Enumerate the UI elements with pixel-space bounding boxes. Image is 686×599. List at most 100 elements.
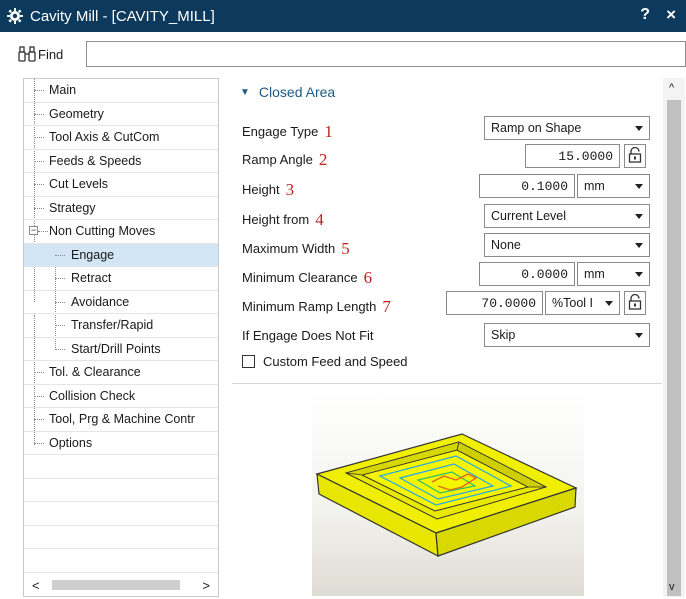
find-input[interactable] — [86, 41, 686, 67]
custom-feed-speed-label: Custom Feed and Speed — [263, 354, 408, 369]
tree-item-label: Tool, Prg & Machine Contr — [49, 412, 195, 427]
scroll-up-icon[interactable]: ^ — [669, 82, 674, 94]
tree-empty-row — [24, 549, 218, 573]
maximum-width-label: Maximum Width 5 — [242, 239, 350, 258]
height-row: Height 3 0.1000 mm — [232, 174, 662, 200]
cavity-part-preview-icon — [315, 433, 578, 558]
tree-item-avoidance[interactable]: Avoidance — [24, 291, 218, 314]
callout-marker: 4 — [315, 210, 324, 229]
callout-marker: 3 — [285, 180, 295, 199]
tree-connector — [34, 419, 44, 420]
tree-empty-row — [24, 455, 218, 479]
engage-type-dropdown[interactable]: Ramp on Shape — [484, 116, 650, 140]
chevron-down-icon — [635, 184, 643, 189]
height-from-dropdown[interactable]: Current Level — [484, 204, 650, 228]
tree-item-tool-axis[interactable]: Tool Axis & CutCom — [24, 126, 218, 150]
dropdown-value: %Tool I — [552, 296, 593, 310]
if-engage-not-fit-dropdown[interactable]: Skip — [484, 323, 650, 347]
tree-item-feeds-speeds[interactable]: Feeds & Speeds — [24, 150, 218, 173]
window-title: Cavity Mill - [CAVITY_MILL] — [30, 7, 215, 25]
section-title: Closed Area — [258, 84, 336, 100]
maximum-width-dropdown[interactable]: None — [484, 233, 650, 257]
close-button[interactable]: × — [666, 5, 676, 25]
tree-item-label: Start/Drill Points — [71, 341, 161, 356]
tree-item-geometry[interactable]: Geometry — [24, 103, 218, 126]
tree-item-non-cutting-moves[interactable]: − Non Cutting Moves — [24, 220, 218, 244]
chevron-down-icon — [635, 126, 643, 131]
minimum-ramp-length-row: Minimum Ramp Length 7 70.0000 %Tool I — [232, 291, 662, 317]
maximum-width-row: Maximum Width 5 None — [232, 233, 662, 259]
tree-item-options[interactable]: Options — [24, 432, 218, 455]
tree-empty-row — [24, 526, 218, 549]
tree-item-tol-clearance[interactable]: Tol. & Clearance — [24, 361, 218, 385]
engage-parameters-panel: ▼ Closed Area Engage Type 1 Ramp on Shape… — [232, 78, 662, 383]
tree-item-label: Avoidance — [71, 294, 130, 309]
tree-item-label: Geometry — [49, 106, 104, 121]
lock-button[interactable] — [624, 291, 646, 315]
tree-item-label: Transfer/Rapid — [71, 318, 154, 333]
callout-marker: 1 — [324, 122, 333, 141]
navigation-tree: Main Geometry Tool Axis & CutCom Feeds &… — [23, 78, 219, 597]
minimum-ramp-length-unit-dropdown[interactable]: %Tool I — [545, 291, 620, 315]
ramp-angle-input[interactable]: 15.0000 — [525, 144, 620, 168]
tree-item-label: Tool Axis & CutCom — [49, 130, 160, 145]
tree-horizontal-scrollbar[interactable]: < > — [24, 574, 218, 596]
tree-item-transfer-rapid[interactable]: Transfer/Rapid — [24, 314, 218, 338]
custom-feed-speed-option[interactable]: Custom Feed and Speed — [242, 354, 408, 369]
tree-connector — [55, 348, 65, 350]
minimum-clearance-unit-dropdown[interactable]: mm — [577, 262, 650, 286]
tree-item-engage[interactable]: Engage — [24, 243, 218, 267]
tree-connector — [38, 231, 48, 232]
tree-connector — [34, 207, 44, 209]
dropdown-value: Skip — [491, 328, 516, 342]
engage-preview-image — [312, 390, 584, 596]
tree-item-label: Strategy — [49, 200, 96, 215]
scroll-down-icon[interactable]: v — [669, 581, 675, 593]
tree-item-cut-levels[interactable]: Cut Levels — [24, 173, 218, 197]
lock-button[interactable] — [624, 144, 646, 168]
height-input[interactable]: 0.1000 — [479, 174, 575, 198]
height-unit-dropdown[interactable]: mm — [577, 174, 650, 198]
tree-item-label: Non Cutting Moves — [49, 224, 156, 239]
tree-connector — [34, 160, 44, 162]
tree-item-collision-check[interactable]: Collision Check — [24, 385, 218, 408]
callout-marker: 7 — [382, 297, 391, 316]
find-button[interactable]: Find — [18, 41, 63, 67]
custom-feed-speed-checkbox[interactable] — [242, 355, 255, 368]
scroll-thumb[interactable] — [52, 580, 180, 590]
minimum-clearance-input[interactable]: 0.0000 — [479, 262, 575, 286]
closed-area-section-toggle[interactable]: ▼ Closed Area — [240, 84, 335, 100]
scroll-right-button[interactable]: > — [202, 578, 210, 593]
scroll-left-button[interactable]: < — [32, 578, 40, 593]
lock-icon — [628, 293, 642, 313]
dropdown-value: Ramp on Shape — [491, 121, 582, 135]
minimum-ramp-length-label: Minimum Ramp Length 7 — [242, 297, 391, 316]
dropdown-value: mm — [584, 267, 605, 281]
dropdown-value: Current Level — [491, 209, 567, 223]
minimum-ramp-length-input[interactable]: 70.0000 — [446, 291, 543, 315]
panel-vertical-scrollbar[interactable]: ^ v — [663, 78, 685, 597]
scroll-thumb[interactable] — [667, 100, 681, 596]
ramp-angle-label: Ramp Angle 2 — [242, 150, 328, 169]
tree-item-strategy[interactable]: Strategy — [24, 197, 218, 220]
tree-item-label: Engage — [71, 247, 115, 262]
minimum-clearance-label: Minimum Clearance 6 — [242, 268, 373, 287]
height-from-row: Height from 4 Current Level — [232, 204, 662, 230]
tree-item-retract[interactable]: Retract — [24, 267, 218, 291]
gear-icon[interactable] — [0, 8, 30, 24]
tree-item-label: Retract — [71, 271, 112, 286]
dropdown-value: mm — [584, 179, 605, 193]
tree-connector — [34, 372, 44, 373]
binoculars-icon — [18, 45, 36, 63]
tree-item-tool-prg-machine[interactable]: Tool, Prg & Machine Contr — [24, 408, 218, 432]
collapse-triangle-icon: ▼ — [240, 86, 250, 98]
help-button[interactable]: ? — [640, 6, 650, 24]
tree-item-main[interactable]: Main — [24, 79, 218, 103]
tree-item-start-drill-points[interactable]: Start/Drill Points — [24, 338, 218, 361]
engage-type-label: Engage Type 1 — [242, 122, 333, 141]
height-label: Height 3 — [242, 180, 295, 199]
collapse-toggle[interactable]: − — [29, 226, 38, 235]
tree-connector — [34, 137, 44, 138]
find-bar: Find — [0, 38, 686, 70]
tree-connector — [34, 395, 44, 397]
